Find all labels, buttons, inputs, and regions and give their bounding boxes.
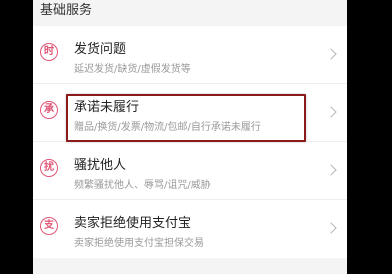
list-item-harassment[interactable]: 扰 骚扰他人 频繁骚扰他人、辱骂/诅咒/威胁 [33,142,347,200]
chevron-right-icon [325,222,337,234]
service-list: 时 发货问题 延迟发货/缺货/虚假发货等 承 承诺未履行 赠品/换货/发票/物流… [33,26,347,258]
chevron-right-icon [325,106,337,118]
item-subtitle: 卖家拒绝使用支付宝担保交易 [74,238,204,249]
time-badge-icon: 时 [40,43,58,61]
harass-badge-icon: 扰 [40,159,58,177]
pay-badge-icon: 支 [40,217,58,235]
item-title: 卖家拒绝使用支付宝 [74,216,192,231]
list-item-alipay[interactable]: 支 卖家拒绝使用支付宝 卖家拒绝使用支付宝担保交易 [33,200,347,258]
promise-badge-icon: 承 [40,101,58,119]
app-frame: 基础服务 时 发货问题 延迟发货/缺货/虚假发货等 承 承诺未履行 赠品/换货/… [33,0,347,274]
chevron-right-icon [325,164,337,176]
item-title: 骚扰他人 [74,158,127,173]
item-subtitle: 赠品/换货/发票/物流/包邮/自行承诺未履行 [74,122,261,133]
section-title: 基础服务 [40,3,93,18]
item-subtitle: 频繁骚扰他人、辱骂/诅咒/威胁 [74,180,211,191]
list-item-promise[interactable]: 承 承诺未履行 赠品/换货/发票/物流/包邮/自行承诺未履行 [33,84,347,142]
item-title: 承诺未履行 [74,100,140,115]
chevron-right-icon [325,48,337,60]
item-title: 发货问题 [74,42,127,57]
item-subtitle: 延迟发货/缺货/虚假发货等 [74,64,191,75]
section-header: 基础服务 [33,0,347,26]
list-item-shipping[interactable]: 时 发货问题 延迟发货/缺货/虚假发货等 [33,26,347,84]
